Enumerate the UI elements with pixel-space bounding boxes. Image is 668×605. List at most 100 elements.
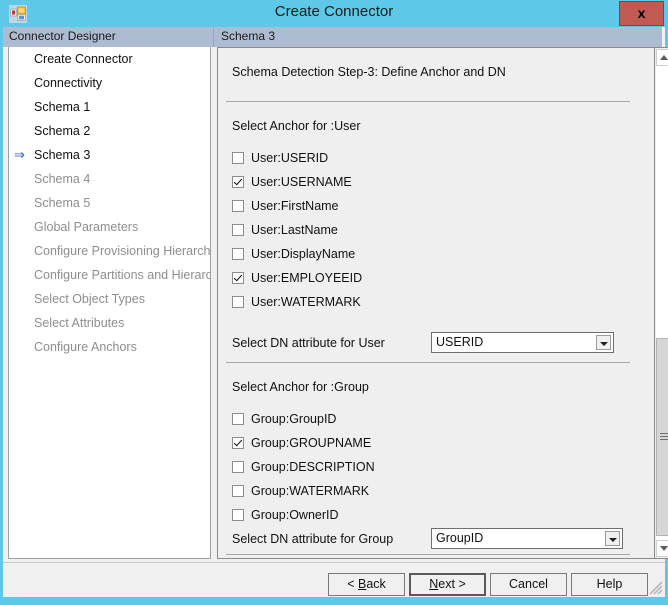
checkbox-row[interactable]: User:EMPLOYEEID: [232, 269, 362, 287]
checkbox-unchecked-icon[interactable]: [232, 509, 244, 521]
checkbox-label: Group:OwnerID: [251, 508, 339, 522]
sidebar-item-configure-partitions-and-hierarchies: Configure Partitions and Hierarchies: [9, 263, 210, 287]
user-section-label: Select Anchor for :User: [232, 119, 361, 133]
checkbox-row[interactable]: User:USERNAME: [232, 173, 352, 191]
chevron-down-icon[interactable]: [596, 335, 611, 350]
sidebar-item-label: Schema 5: [34, 196, 91, 210]
sidebar-step-list: Create Connector Connectivity Schema 1 Sche…: [8, 47, 211, 559]
sidebar-header: Connector Designer: [3, 27, 214, 47]
checkbox-label: User:DisplayName: [251, 247, 356, 261]
checkbox-checked-icon[interactable]: [232, 437, 244, 449]
checkbox-unchecked-icon[interactable]: [232, 248, 244, 260]
dialog-footer: < Back Next > Cancel Help: [3, 562, 665, 597]
checkbox-label: Group:GroupID: [251, 412, 337, 426]
checkbox-row[interactable]: User:FirstName: [232, 197, 339, 215]
checkbox-row[interactable]: Group:GROUPNAME: [232, 434, 371, 452]
create-connector-window: Create Connector x Connector Designer Cr…: [0, 0, 668, 605]
window-title: Create Connector: [274, 3, 394, 20]
chevron-down-icon[interactable]: [605, 531, 620, 546]
group-dn-combobox[interactable]: GroupID: [431, 528, 623, 549]
checkbox-row[interactable]: Group:DESCRIPTION: [232, 458, 375, 476]
checkbox-label: User:EMPLOYEEID: [251, 271, 363, 285]
sidebar-item-label: Schema 3: [34, 148, 91, 162]
checkbox-unchecked-icon[interactable]: [232, 461, 244, 473]
close-button[interactable]: x: [619, 1, 664, 26]
next-button-label: Next >: [429, 577, 466, 591]
scrollbar-thumb[interactable]: [656, 338, 668, 536]
cancel-button[interactable]: Cancel: [490, 573, 567, 596]
sidebar-item-connectivity[interactable]: Connectivity: [9, 71, 210, 95]
back-button-label: < Back: [347, 577, 386, 591]
sidebar-item-label: Select Attributes: [34, 316, 125, 330]
checkbox-row[interactable]: User:LastName: [232, 221, 338, 239]
scrollbar-grip-icon: [660, 433, 668, 441]
checkbox-checked-icon[interactable]: [232, 272, 244, 284]
sidebar-item-configure-provisioning-hierarchy: Configure Provisioning Hierarchy: [9, 239, 210, 263]
checkbox-unchecked-icon[interactable]: [232, 485, 244, 497]
cancel-button-label: Cancel: [509, 577, 548, 591]
back-button[interactable]: < Back: [328, 573, 405, 596]
content-header: Schema 3: [214, 27, 662, 47]
next-button[interactable]: Next >: [409, 573, 486, 596]
user-dn-label: Select DN attribute for User: [232, 336, 385, 350]
checkbox-label: Group:GROUPNAME: [251, 436, 372, 450]
checkbox-unchecked-icon[interactable]: [232, 413, 244, 425]
sidebar-item-label: Configure Anchors: [34, 340, 137, 354]
sidebar-item-select-attributes: Select Attributes: [9, 311, 210, 335]
checkbox-row[interactable]: Group:WATERMARK: [232, 482, 369, 500]
sidebar-item-label: Connectivity: [34, 76, 103, 90]
divider-middle: [226, 362, 630, 363]
checkbox-row[interactable]: User:USERID: [232, 149, 328, 167]
content-panel: Schema 3 Schema Detection Step-3: Define…: [214, 27, 668, 562]
checkbox-label: User:LastName: [251, 223, 338, 237]
sidebar-item-label: Configure Partitions and Hierarchies: [34, 268, 210, 282]
checkbox-row[interactable]: User:DisplayName: [232, 245, 355, 263]
checkbox-label: User:USERID: [251, 151, 329, 165]
resize-grip-icon[interactable]: [649, 581, 663, 595]
checkbox-row[interactable]: User:WATERMARK: [232, 293, 361, 311]
sidebar-item-create-connector[interactable]: Create Connector: [9, 47, 210, 71]
checkbox-row[interactable]: Group:OwnerID: [232, 506, 339, 524]
current-step-arrow-icon: ⇒: [14, 147, 25, 162]
sidebar-item-label: Schema 1: [34, 100, 91, 114]
checkbox-label: User:USERNAME: [251, 175, 352, 189]
checkbox-row[interactable]: Group:GroupID: [232, 410, 336, 428]
group-section-label: Select Anchor for :Group: [232, 380, 369, 394]
step-title: Schema Detection Step-3: Define Anchor a…: [232, 65, 506, 79]
sidebar-item-schema-5: Schema 5: [9, 191, 210, 215]
sidebar-item-label: Schema 4: [34, 172, 91, 186]
client-area: Connector Designer Create Connector Conne…: [3, 27, 668, 597]
sidebar-item-schema-2[interactable]: Schema 2: [9, 119, 210, 143]
divider-bottom: [226, 554, 630, 555]
content-body: Schema Detection Step-3: Define Anchor a…: [217, 47, 655, 559]
content-vertical-scrollbar[interactable]: [655, 47, 668, 559]
group-dn-label: Select DN attribute for Group: [232, 532, 394, 546]
sidebar-item-global-parameters: Global Parameters: [9, 215, 210, 239]
sidebar-item-schema-4: Schema 4: [9, 167, 210, 191]
sidebar-item-label: Configure Provisioning Hierarchy: [34, 244, 211, 258]
checkbox-unchecked-icon[interactable]: [232, 152, 244, 164]
sidebar-item-label: Select Object Types: [34, 292, 145, 306]
scroll-up-button[interactable]: [656, 49, 668, 66]
sidebar-item-label: Schema 2: [34, 124, 91, 138]
divider-top: [226, 101, 630, 102]
sidebar-item-schema-3[interactable]: ⇒ Schema 3: [9, 143, 210, 167]
checkbox-label: Group:WATERMARK: [251, 484, 370, 498]
checkbox-unchecked-icon[interactable]: [232, 296, 244, 308]
checkbox-unchecked-icon[interactable]: [232, 224, 244, 236]
checkbox-unchecked-icon[interactable]: [232, 200, 244, 212]
sidebar-item-label: Create Connector: [34, 52, 133, 66]
sidebar-item-label: Global Parameters: [34, 220, 139, 234]
scroll-down-button[interactable]: [656, 540, 668, 557]
sidebar-item-configure-anchors: Configure Anchors: [9, 335, 210, 359]
checkbox-checked-icon[interactable]: [232, 176, 244, 188]
sidebar: Connector Designer Create Connector Conne…: [3, 27, 214, 562]
sidebar-item-schema-1[interactable]: Schema 1: [9, 95, 210, 119]
checkbox-label: Group:DESCRIPTION: [251, 460, 375, 474]
help-button-label: Help: [596, 577, 623, 591]
sidebar-item-select-object-types: Select Object Types: [9, 287, 210, 311]
help-button[interactable]: Help: [571, 573, 648, 596]
title-bar: Create Connector x: [0, 0, 668, 27]
checkbox-label: User:WATERMARK: [251, 295, 361, 309]
user-dn-combobox[interactable]: USERID: [431, 332, 614, 353]
